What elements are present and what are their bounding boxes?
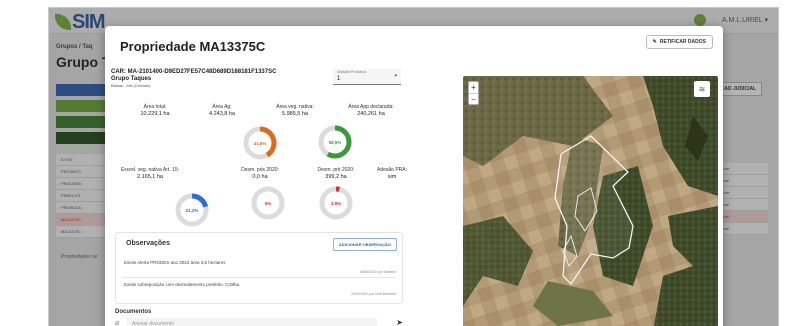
rectify-button[interactable]: ✎ RETIFICAR DADOS [645,35,713,49]
gauge-area-veg: 58,5% [316,123,354,161]
gauge-desm-pre: 3,9% [317,184,355,222]
car-info: CAR: MA-2101400-D9ED27FE57C48D689D188181… [111,69,276,88]
observations-title: Observações [126,240,170,247]
metric-area-app: Área App declarada: 240,261 ha [348,104,394,117]
zoom-in-button[interactable]: + [469,82,478,93]
zoom-out-button[interactable]: − [469,93,478,104]
observation-text: Existe sobreposição com desmatamento pre… [124,282,241,287]
metric-exced: Exced. veg. nativa Art. 15: 2.165,1 ha [120,167,180,180]
location: Balsas - MA (Cerrado) [111,83,151,88]
layers-icon[interactable]: ≋ [694,81,710,97]
metric-area-veg: Área veg. nativa: 5.985,5 ha [276,104,314,117]
gauge-percent: 41,5% [253,140,267,146]
gauge-desm-pos: 0% [249,184,287,222]
document-input[interactable]: Anexar documento [127,318,377,326]
satellite-map[interactable]: + − ≋ [463,76,718,326]
observations-panel: Observações ADICIONAR OBSERVAÇÃO Existe … [115,232,403,304]
metric-adesao: Adesão PRA: sim [376,167,408,180]
group-name: Grupo Taques [111,76,152,82]
gauge-area-ag: 41,5% [241,124,279,162]
map-image [463,76,718,326]
metric-area-total: Área total: 10.229,1 ha [140,104,170,117]
observation-meta: 23/02/2024, por Uriel Bertoche [351,292,396,296]
gauge-percent: 21,2% [185,207,199,213]
metric-desm-pos: Desm. pós 2020: 0,0 ha [241,167,279,180]
document-upload: ⌀ Anexar documento ➤ [115,318,403,326]
gauge-percent: 0% [264,200,272,206]
paperclip-icon[interactable]: ⌀ [115,319,119,326]
divider [122,277,396,278]
pencil-icon: ✎ [652,39,657,45]
send-icon[interactable]: ➤ [396,318,403,326]
documents-title: Documentos [115,309,152,315]
gauge-percent: 58,5% [328,139,342,145]
gauge-percent: 3,9% [330,200,342,206]
metric-desm-pre: Desm. pré 2020: 399,2 ha [317,167,355,180]
app-window: SIM A.M.L.URIEL ▾ Grupos / Taq Grupo Taq… [48,7,779,326]
map-zoom-control: + − [468,81,479,105]
car-code: CAR: MA-2101400-D9ED27FE57C48D689D188181… [111,69,277,75]
gauge-exced: 21,2% [173,191,211,229]
observation-meta: 06/06/2023, por Sistema [360,270,396,274]
add-observation-button[interactable]: ADICIONAR OBSERVAÇÃO [332,238,397,251]
chevron-down-icon: ▾ [394,73,397,79]
metric-area-ag: Área Ag: 4.243,8 ha [209,104,235,117]
unit-select[interactable]: Unidade Produtiva 1 ▾ [333,69,401,85]
dialog-title: Propriedade MA13375C [120,39,266,54]
property-dialog: Propriedade MA13375C ✎ RETIFICAR DADOS CA… [105,26,723,326]
observation-text: Existe Alerta PRODES ano 2022 área 3,6 h… [124,260,226,265]
